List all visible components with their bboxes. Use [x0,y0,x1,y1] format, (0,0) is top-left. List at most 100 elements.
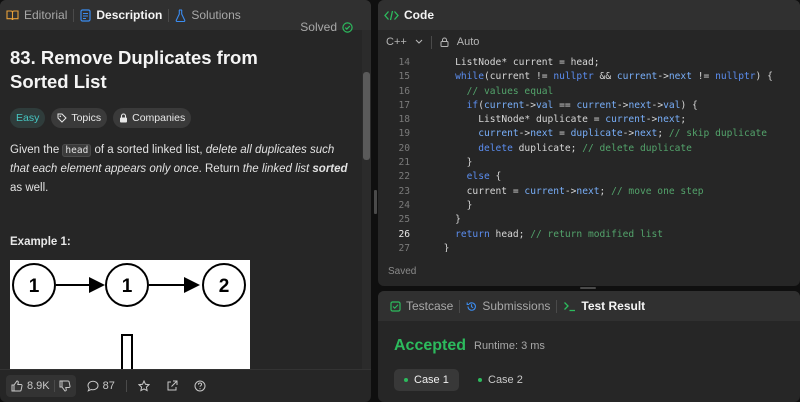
comment-count: 87 [102,380,115,392]
help-button[interactable] [189,375,211,397]
action-divider [125,380,127,392]
code-line[interactable]: 25 } [378,213,800,227]
difficulty-badge[interactable]: Easy [10,108,46,128]
lock-icon [440,37,449,47]
example-node-3: 2 [219,276,230,297]
problem-tags: Easy Topics Companies [10,108,352,128]
code-tab-bar: Code [378,0,800,30]
share-button[interactable] [161,375,183,397]
line-number: 19 [398,128,410,140]
vertical-resize-handle[interactable] [374,190,377,214]
example-node-2: 1 [122,276,133,297]
share-icon [167,380,178,391]
book-icon [6,10,19,21]
tab-test-result-label: Test Result [581,299,646,313]
code-line[interactable]: 18 ListNode* duplicate = current->next; [378,113,800,127]
code-panel: Code C++ Auto 14 ListNode* current = hea… [378,0,800,286]
tab-editorial[interactable]: Editorial [0,0,73,30]
line-number: 22 [398,171,410,183]
solved-status: Solved [300,20,353,34]
code-line[interactable]: 24 } [378,199,800,213]
editor-toolbar: C++ Auto [378,30,800,54]
topics-label: Topics [71,112,102,124]
mode-label[interactable]: Auto [457,36,480,48]
pass-dot [404,378,408,382]
tab-description-label: Description [96,8,163,22]
example-diagram: 1 1 2 [10,260,250,369]
tab-code[interactable]: Code [378,0,440,30]
lock-icon [120,113,128,123]
code-icon [384,10,399,20]
checkbox-icon [390,300,401,312]
description-scrollbar[interactable] [362,30,371,369]
code-line[interactable]: 20 delete duplicate; // delete duplicate [378,142,800,156]
language-select[interactable]: C++ [386,36,407,48]
code-line[interactable]: 16 // values equal [378,85,800,99]
code-line[interactable]: 26 return head; // return modified list [378,228,800,242]
code-text: while(current != nullptr && current->nex… [455,71,773,83]
tab-description[interactable]: Description [74,0,168,30]
line-number: 15 [398,71,410,83]
code-text: if(current->val == current->next->val) { [466,99,698,111]
topics-chip[interactable]: Topics [51,108,108,128]
result-panel: Testcase Submissions Test Result Accepte… [378,291,800,402]
code-line[interactable]: 17 if(current->val == current->next->val… [378,99,800,113]
check-circle-icon [342,21,353,33]
code-line[interactable]: 14 ListNode* current = head; [378,56,800,70]
tab-submissions[interactable]: Submissions [460,291,556,321]
line-number: 25 [398,214,410,226]
example-node-1: 1 [29,276,40,297]
action-divider [53,380,55,392]
code-text: // values equal [466,85,554,97]
code-line[interactable]: 27 } [378,242,800,252]
line-number: 16 [398,85,410,97]
history-icon [467,301,477,311]
code-text: ListNode* current = head; [455,57,600,68]
thumbs-up-icon [11,380,23,392]
code-line[interactable]: 21 } [378,156,800,170]
case-1-tab[interactable]: Case 1 [394,369,459,391]
tab-test-result[interactable]: Test Result [557,291,651,321]
comment-icon [87,380,99,392]
terminal-icon [564,301,576,311]
like-button[interactable]: 8.9K [6,375,76,397]
horizontal-resize-handle[interactable] [580,287,596,289]
case-2-label: Case 2 [488,374,523,386]
code-text: current = current->next; // move one ste… [466,185,704,197]
case-2-tab[interactable]: Case 2 [468,369,533,391]
code-line[interactable]: 23 current = current->next; // move one … [378,185,800,199]
saved-status: Saved [388,266,417,277]
flask-icon [176,8,186,22]
description-content[interactable]: 83. Remove Duplicates from Sorted List E… [0,30,362,369]
tab-solutions[interactable]: Solutions [169,0,246,30]
line-number: 23 [398,185,410,197]
inline-code: head [62,144,92,157]
tab-solutions-label: Solutions [191,8,241,22]
line-number: 17 [398,99,410,111]
tag-icon [57,113,68,123]
code-text: } [466,157,473,169]
thumbs-down-icon[interactable] [59,380,71,392]
scrollbar-thumb[interactable] [363,72,370,160]
code-line[interactable]: 22 else { [378,170,800,184]
problem-title: 83. Remove Duplicates from Sorted List [10,47,258,92]
code-text: } [455,214,461,226]
code-line[interactable]: 19 current->next = duplicate->next; // s… [378,127,800,141]
pass-dot [478,378,482,382]
comments-button[interactable]: 87 [82,375,120,397]
favorite-button[interactable] [133,375,155,397]
runtime-label: Runtime: 3 ms [474,340,545,352]
code-editor[interactable]: 14 ListNode* current = head; 15 while(cur… [378,56,800,252]
chevron-down-icon[interactable] [415,39,423,45]
code-text: delete duplicate; // delete duplicate [478,142,692,154]
code-text: return head; // return modified list [455,228,664,240]
line-number: 14 [398,57,410,68]
line-number: 18 [398,114,410,126]
tab-submissions-label: Submissions [482,299,551,313]
companies-chip[interactable]: Companies [113,108,192,128]
line-number: 27 [398,242,410,252]
action-bar: 8.9K 87 [0,369,371,402]
code-line[interactable]: 15 while(current != nullptr && current->… [378,70,800,84]
tab-testcase[interactable]: Testcase [384,291,459,321]
result-tab-bar: Testcase Submissions Test Result [378,291,800,321]
